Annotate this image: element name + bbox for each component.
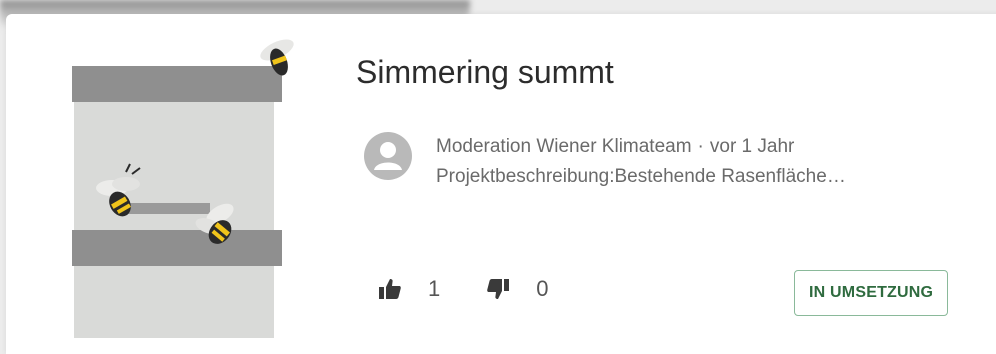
thumbs-up-icon[interactable]: [378, 277, 402, 301]
vote-actions: 1 0: [378, 276, 549, 302]
meta-separator: ·: [697, 136, 704, 157]
user-avatar-icon: [364, 132, 412, 180]
card-title[interactable]: Simmering summt: [356, 54, 614, 91]
project-thumbnail[interactable]: [66, 38, 306, 338]
card-excerpt: Projektbeschreibung:Bestehende Rasenfläc…: [436, 166, 846, 187]
card-meta: Moderation Wiener Klimateam · vor 1 Jahr P…: [436, 132, 846, 192]
status-badge: IN UMSETZUNG: [794, 270, 949, 316]
author-name[interactable]: Moderation Wiener Klimateam: [436, 136, 692, 157]
dislike-count: 0: [536, 276, 549, 301]
thumbs-down-icon[interactable]: [486, 277, 510, 301]
like-count: 1: [428, 276, 441, 301]
project-card[interactable]: Simmering summt Moderation Wiener Klimat…: [6, 14, 996, 354]
post-time: vor 1 Jahr: [709, 136, 795, 157]
